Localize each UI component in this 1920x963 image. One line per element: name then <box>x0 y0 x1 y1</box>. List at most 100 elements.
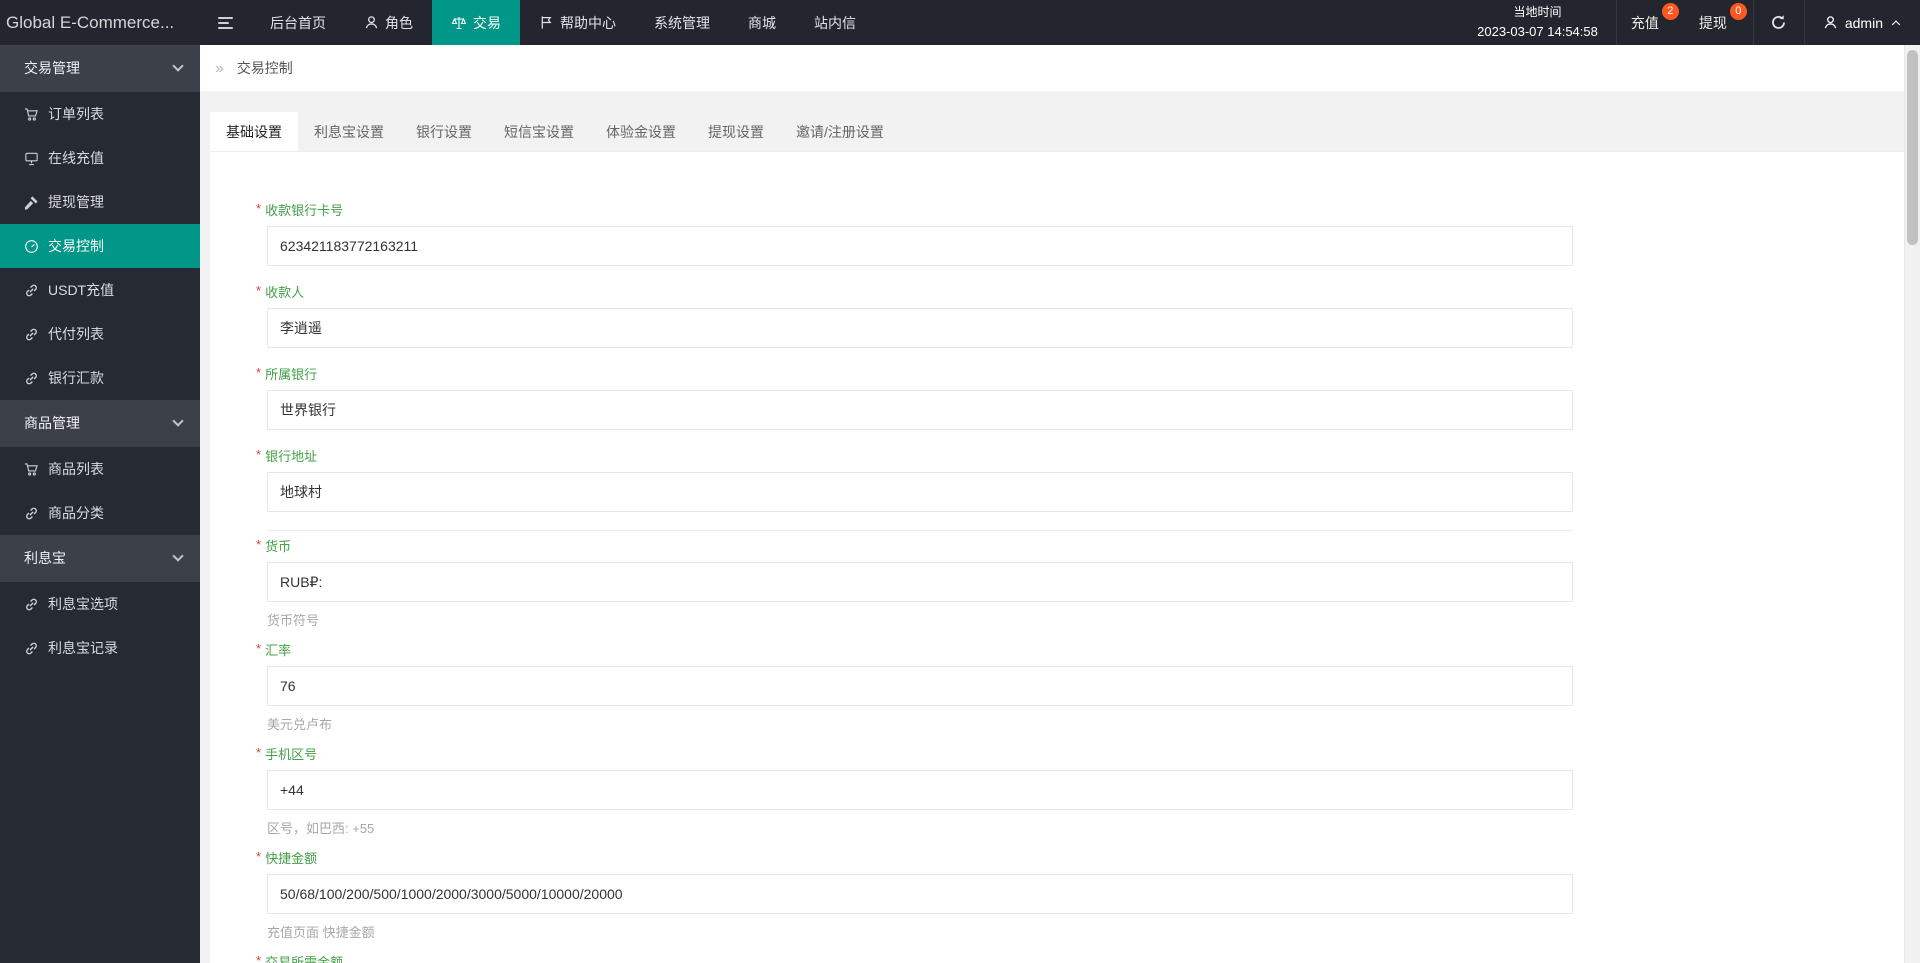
nav-item-mall[interactable]: 商城 <box>729 0 795 45</box>
required-mark: * <box>256 537 262 552</box>
topbar-right: 当地时间 2023-03-07 14:54:58 充值 2 提现 0 admin <box>1459 0 1920 45</box>
sidebar-group-trade-management[interactable]: 交易管理 <box>0 45 200 92</box>
field-hint: 充值页面 快捷金额 <box>267 925 375 940</box>
link-icon <box>24 597 39 612</box>
nav-item-trade[interactable]: 交易 <box>432 0 520 45</box>
form-divider <box>267 530 1573 531</box>
field-label: 收款银行卡号 <box>265 203 344 218</box>
required-mark: * <box>256 641 262 656</box>
required-mark: * <box>256 953 262 963</box>
form-item-quick-amounts: *快捷金额 充值页面 快捷金额 <box>256 849 1904 940</box>
form-item-bank-card-number: * 收款银行卡号 <box>256 201 1904 266</box>
withdraw-button[interactable]: 提现 0 <box>1685 0 1747 45</box>
nav-item-system[interactable]: 系统管理 <box>635 0 729 45</box>
required-mark: * <box>256 365 262 380</box>
field-hint: 货币符号 <box>267 613 320 628</box>
sidebar-item-bank-transfer[interactable]: 银行汇款 <box>0 356 200 400</box>
field-hint: 区号，如巴西: +55 <box>267 821 375 836</box>
form-item-phone-area-code: *手机区号 区号，如巴西: +55 <box>256 745 1904 836</box>
sidebar-item-online-recharge[interactable]: 在线充值 <box>0 136 200 180</box>
tab-lixibao-settings[interactable]: 利息宝设置 <box>298 112 400 151</box>
field-label: 所属银行 <box>265 367 318 382</box>
form-item-payee: * 收款人 <box>256 283 1904 348</box>
user-menu[interactable]: admin <box>1805 0 1920 45</box>
sidebar-item-order-list[interactable]: 订单列表 <box>0 92 200 136</box>
recharge-badge: 2 <box>1661 3 1679 20</box>
gavel-icon <box>24 195 39 210</box>
link-icon <box>24 506 39 521</box>
bank-address-input[interactable] <box>267 472 1573 512</box>
sidebar-item-product-list[interactable]: 商品列表 <box>0 447 200 491</box>
cart-icon <box>24 462 39 477</box>
tab-invite-register-settings[interactable]: 邀请/注册设置 <box>780 112 900 151</box>
tab-withdraw-settings[interactable]: 提现设置 <box>692 112 780 151</box>
sidebar-group-product-management[interactable]: 商品管理 <box>0 400 200 447</box>
flag-icon <box>539 15 554 30</box>
withdraw-badge: 0 <box>1729 3 1747 20</box>
tab-bar: 基础设置 利息宝设置 银行设置 短信宝设置 体验金设置 提现设置 邀请/注册设置 <box>210 112 1904 152</box>
form-item-bank-address: * 银行地址 <box>256 447 1904 512</box>
local-time-value: 2023-03-07 14:54:58 <box>1477 23 1598 39</box>
bank-card-number-input[interactable] <box>267 226 1573 266</box>
tab-trial-fund-settings[interactable]: 体验金设置 <box>590 112 692 151</box>
board-icon <box>24 151 39 166</box>
phone-area-code-input[interactable] <box>267 770 1573 810</box>
payee-input[interactable] <box>267 308 1573 348</box>
nav-item-roles[interactable]: 角色 <box>345 0 432 45</box>
app-logo: Global E-Commerce... <box>6 13 175 32</box>
link-icon <box>24 327 39 342</box>
gauge-icon <box>24 239 39 254</box>
tab-sms-settings[interactable]: 短信宝设置 <box>488 112 590 151</box>
quick-amounts-input[interactable] <box>267 874 1573 914</box>
sidebar-item-daifu-list[interactable]: 代付列表 <box>0 312 200 356</box>
bank-name-input[interactable] <box>267 390 1573 430</box>
nav-item-dashboard[interactable]: 后台首页 <box>251 0 345 45</box>
vertical-scrollbar <box>1904 45 1920 963</box>
sidebar-item-trade-control[interactable]: 交易控制 <box>0 224 200 268</box>
field-label: 银行地址 <box>265 449 318 464</box>
sidebar-item-withdraw-management[interactable]: 提现管理 <box>0 180 200 224</box>
basic-settings-form: *收款银行卡号 *收款人 *所属银行 *银行地址 <box>210 152 1904 963</box>
field-hint: 美元兑卢布 <box>267 717 333 732</box>
menu-toggle-icon[interactable] <box>200 0 251 45</box>
chevron-down-icon <box>172 415 184 427</box>
nav-item-messages[interactable]: 站内信 <box>795 0 875 45</box>
link-icon <box>24 283 39 298</box>
recharge-button[interactable]: 充值 2 <box>1617 0 1679 45</box>
field-label: 交易所需金额 <box>265 955 344 963</box>
local-time: 当地时间 2023-03-07 14:54:58 <box>1459 0 1617 45</box>
field-label: 收款人 <box>265 285 305 300</box>
link-icon <box>24 641 39 656</box>
required-mark: * <box>256 447 262 462</box>
local-time-label: 当地时间 <box>1513 5 1562 20</box>
user-icon <box>1823 15 1838 30</box>
chevron-up-icon <box>1890 17 1902 29</box>
sidebar-group-lixibao[interactable]: 利息宝 <box>0 535 200 582</box>
topbar: Global E-Commerce... 后台首页 角色 交易 帮助中心 系统管… <box>0 0 1920 45</box>
form-item-required-trade-amount: * 交易所需金额 <box>256 953 1904 963</box>
field-label: 手机区号 <box>265 747 318 762</box>
nav-item-help[interactable]: 帮助中心 <box>520 0 635 45</box>
form-item-bank-name: * 所属银行 <box>256 365 1904 430</box>
scrollbar-thumb[interactable] <box>1907 50 1918 245</box>
sidebar-item-product-category[interactable]: 商品分类 <box>0 491 200 535</box>
scales-icon <box>451 15 467 31</box>
exchange-rate-input[interactable] <box>267 666 1573 706</box>
sidebar-item-lixibao-options[interactable]: 利息宝选项 <box>0 582 200 626</box>
top-nav: 后台首页 角色 交易 帮助中心 系统管理 商城 站内信 <box>251 0 875 45</box>
currency-input[interactable] <box>267 562 1573 602</box>
form-item-exchange-rate: *汇率 美元兑卢布 <box>256 641 1904 732</box>
sidebar-item-usdt-recharge[interactable]: USDT充值 <box>0 268 200 312</box>
sidebar: 交易管理 订单列表 在线充值 提现管理 交易控制 USDT充值 代付列表 银行汇… <box>0 45 200 963</box>
user-icon <box>364 15 379 30</box>
sidebar-item-lixibao-records[interactable]: 利息宝记录 <box>0 626 200 670</box>
field-label: 货币 <box>265 539 292 554</box>
required-mark: * <box>256 283 262 298</box>
tab-bank-settings[interactable]: 银行设置 <box>400 112 488 151</box>
double-angle-icon: » <box>215 60 224 77</box>
tab-basic-settings[interactable]: 基础设置 <box>210 112 298 151</box>
required-mark: * <box>256 201 262 216</box>
required-mark: * <box>256 745 262 760</box>
form-item-currency: *货币 货币符号 <box>256 537 1904 628</box>
refresh-icon[interactable] <box>1752 0 1805 45</box>
